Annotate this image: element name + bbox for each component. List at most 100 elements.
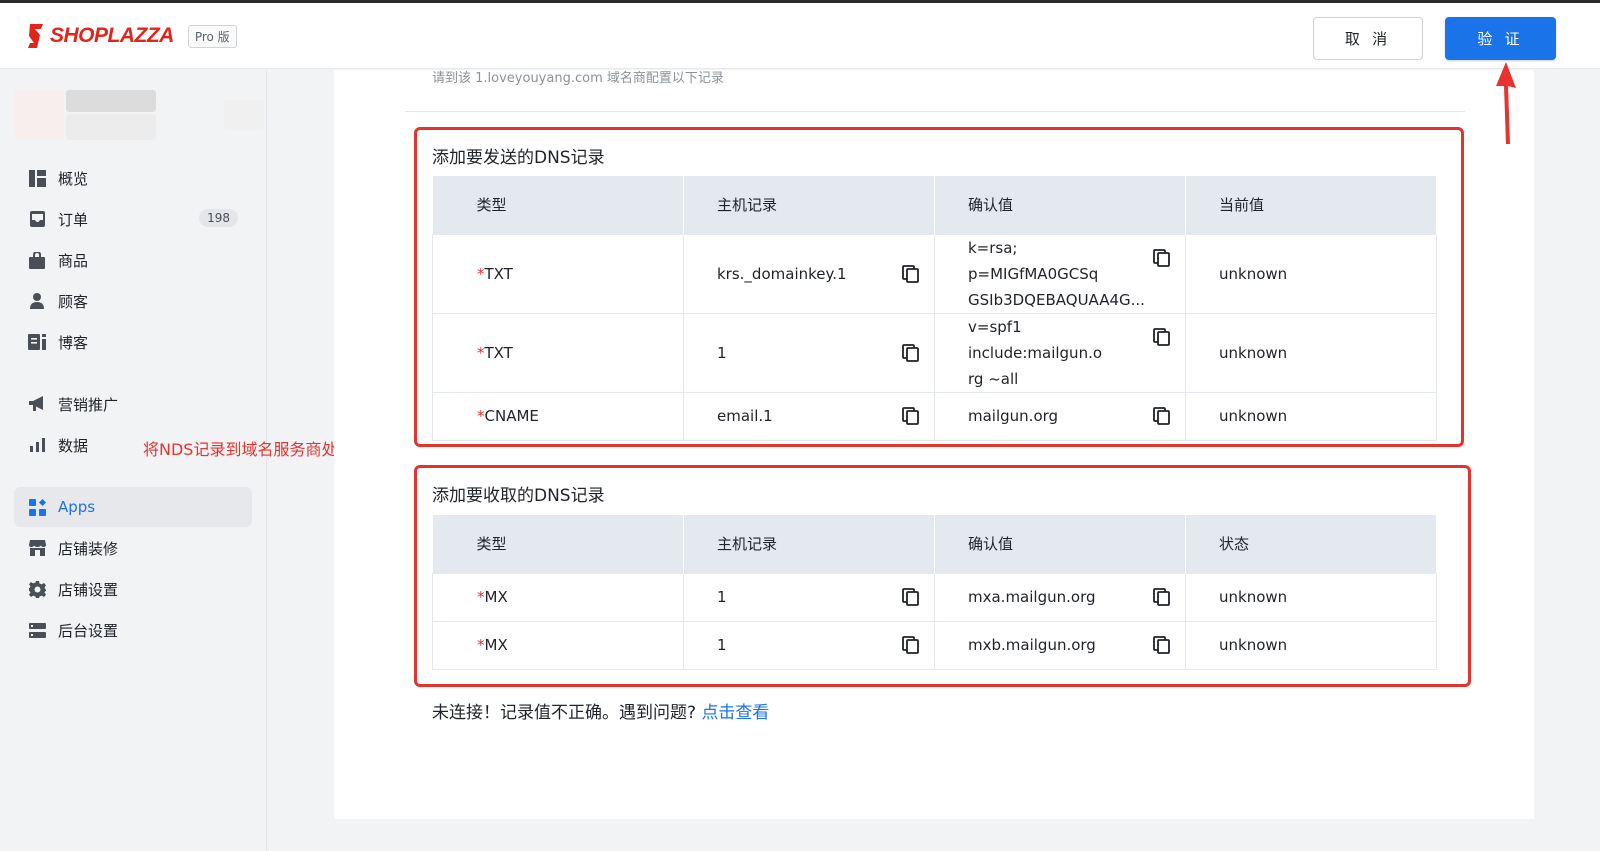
host-cell: 1 — [683, 572, 935, 622]
sidebar-item-label: 店铺设置 — [58, 580, 119, 599]
table-header-row: 类型 主机记录 确认值 当前值 — [432, 176, 1437, 234]
sidebar-item-label: 数据 — [58, 436, 89, 455]
bag-icon — [28, 251, 46, 269]
sidebar-item-theme[interactable]: 店铺装修 — [14, 528, 252, 568]
sidebar-item-label: 后台设置 — [58, 621, 119, 640]
confirm-value-line: v=spf1 include:mailgun.o — [968, 317, 1103, 362]
dashboard-icon — [28, 169, 46, 187]
record-type: MX — [484, 588, 508, 606]
copy-icon[interactable] — [1153, 636, 1171, 654]
store-extra-blur — [224, 100, 264, 130]
copy-icon[interactable] — [1153, 407, 1171, 425]
record-type-cell: *CNAME — [432, 391, 684, 441]
column-header-status: 状态 — [1185, 515, 1437, 573]
column-header-value: 确认值 — [934, 176, 1186, 234]
bar-chart-icon — [28, 436, 46, 454]
sidebar-item-marketing[interactable]: 营销推广 — [14, 384, 252, 424]
megaphone-icon — [28, 395, 46, 413]
copy-icon[interactable] — [1153, 248, 1171, 267]
confirm-value-line: GSIb3DQEBAQUAA4G... — [968, 290, 1145, 309]
status-message: 未连接！记录值不正确。遇到问题? — [432, 703, 697, 723]
record-type: CNAME — [484, 407, 539, 425]
required-marker: * — [477, 343, 485, 362]
copy-icon[interactable] — [1153, 588, 1171, 606]
sidebar-item-label: 订单 — [58, 210, 89, 229]
server-icon — [28, 621, 46, 639]
required-marker: * — [477, 407, 485, 425]
shoplazza-logo[interactable]: SHOPLAZZA Pro 版 — [26, 23, 237, 49]
record-type-cell: *MX — [432, 620, 684, 670]
sidebar-item-label: 营销推广 — [58, 395, 119, 414]
confirm-value: v=spf1 include:mailgun.o rg ~all — [968, 314, 1185, 392]
table-row: *TXT 1 v=spf1 include:mailgun.o rg ~all u… — [432, 312, 1437, 393]
host-cell: 1 — [683, 312, 935, 393]
sidebar-item-blog[interactable]: 博客 — [14, 322, 252, 362]
current-value-cell: unknown — [1185, 391, 1437, 441]
top-bar: SHOPLAZZA Pro 版 取 消 验 证 — [0, 0, 1600, 69]
cancel-button[interactable]: 取 消 — [1313, 17, 1423, 60]
host-cell: krs._domainkey.1 — [683, 233, 935, 314]
connection-status: 未连接！记录值不正确。遇到问题? 点击查看 — [432, 698, 769, 723]
column-header-current: 当前值 — [1185, 176, 1437, 234]
status-cell: unknown — [1185, 572, 1437, 622]
record-type-cell: *TXT — [432, 233, 684, 314]
record-type-cell: *TXT — [432, 312, 684, 393]
required-marker: * — [477, 588, 485, 606]
confirm-value-cell: k=rsa; p=MIGfMA0GCSq GSIb3DQEBAQUAA4G... — [934, 233, 1186, 314]
sidebar-item-label: 概览 — [58, 169, 89, 188]
confirm-value-cell: mxa.mailgun.org — [934, 572, 1186, 622]
copy-icon[interactable] — [902, 636, 920, 654]
copy-icon[interactable] — [902, 264, 920, 283]
copy-icon[interactable] — [902, 588, 920, 606]
confirm-value-line: k=rsa; p=MIGfMA0GCSq — [968, 238, 1099, 283]
apps-icon — [28, 498, 46, 516]
person-icon — [28, 292, 46, 310]
verify-button[interactable]: 验 证 — [1445, 17, 1556, 60]
inbox-icon — [28, 210, 46, 228]
table-row: *MX 1 mxb.mailgun.org unknown — [432, 620, 1437, 670]
table-row: *MX 1 mxa.mailgun.org unknown — [432, 572, 1437, 622]
column-header-type: 类型 — [432, 176, 684, 234]
sidebar-item-label: Apps — [58, 498, 96, 516]
column-header-host: 主机记录 — [683, 176, 935, 234]
confirm-value-cell: v=spf1 include:mailgun.o rg ~all — [934, 312, 1186, 393]
sidebar-item-label: 顾客 — [58, 292, 89, 311]
sidebar-item-overview[interactable]: 概览 — [14, 158, 252, 198]
sidebar-item-store-settings[interactable]: 店铺设置 — [14, 569, 252, 609]
sidebar-item-products[interactable]: 商品 — [14, 240, 252, 280]
sidebar-item-label: 商品 — [58, 251, 89, 270]
copy-icon[interactable] — [902, 407, 920, 425]
confirm-value-cell: mailgun.org — [934, 391, 1186, 441]
table-row: *CNAME email.1 mailgun.org unknown — [432, 391, 1437, 441]
column-header-type: 类型 — [432, 515, 684, 573]
copy-icon[interactable] — [902, 343, 920, 362]
help-link[interactable]: 点击查看 — [701, 703, 769, 723]
divider — [405, 111, 1465, 112]
sidebar-item-orders[interactable]: 订单 198 — [14, 199, 252, 239]
status-cell: unknown — [1185, 620, 1437, 670]
store-name-blur — [66, 90, 156, 112]
send-dns-table: 类型 主机记录 确认值 当前值 *TXT krs._domainkey.1 k=… — [432, 176, 1437, 441]
sidebar-item-admin-settings[interactable]: 后台设置 — [14, 610, 252, 650]
host-cell: 1 — [683, 620, 935, 670]
current-value-cell: unknown — [1185, 312, 1437, 393]
sidebar-item-label: 博客 — [58, 333, 89, 352]
host-cell: email.1 — [683, 391, 935, 441]
sidebar-item-label: 店铺装修 — [58, 539, 119, 558]
logo-text: SHOPLAZZA — [50, 24, 174, 47]
sidebar-item-customers[interactable]: 顾客 — [14, 281, 252, 321]
sidebar-item-apps[interactable]: Apps — [14, 487, 252, 527]
store-avatar — [14, 90, 64, 140]
copy-icon[interactable] — [1153, 327, 1171, 346]
gear-icon — [28, 580, 46, 598]
column-header-host: 主机记录 — [683, 515, 935, 573]
confirm-value: k=rsa; p=MIGfMA0GCSq GSIb3DQEBAQUAA4G... — [968, 235, 1185, 313]
annotation-arrow-icon — [1496, 62, 1516, 144]
store-url-blur — [66, 114, 156, 140]
plan-badge: Pro 版 — [187, 24, 237, 48]
record-type: MX — [484, 636, 508, 654]
confirm-value-cell: mxb.mailgun.org — [934, 620, 1186, 670]
record-type-cell: *MX — [432, 572, 684, 622]
domain-hint: 请到该 1.loveyouyang.com 域名商配置以下记录 — [432, 71, 724, 86]
send-section-title: 添加要发送的DNS记录 — [432, 148, 605, 168]
